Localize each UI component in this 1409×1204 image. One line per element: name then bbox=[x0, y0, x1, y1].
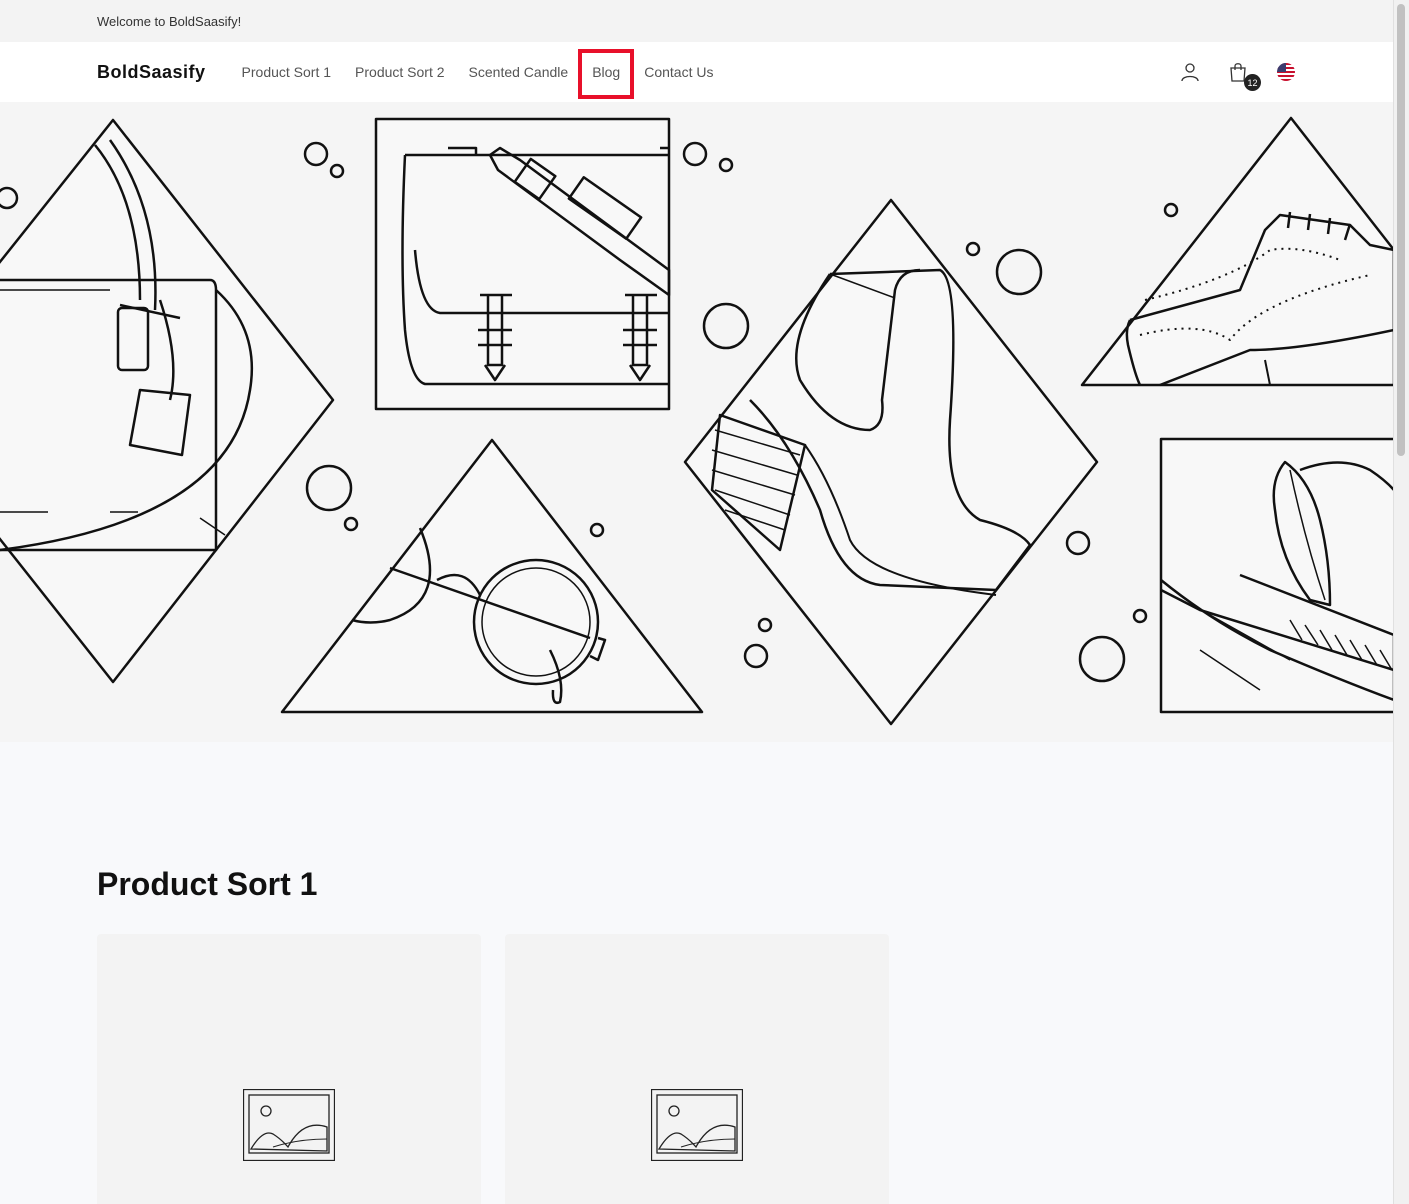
cart-count-badge: 12 bbox=[1244, 74, 1261, 91]
nav-item-product-sort-2[interactable]: Product Sort 2 bbox=[343, 42, 457, 102]
scrollbar-thumb[interactable] bbox=[1397, 4, 1405, 456]
section-title: Product Sort 1 bbox=[97, 866, 318, 902]
hero-banner bbox=[0, 102, 1394, 742]
nav-item-scented-candle[interactable]: Scented Candle bbox=[457, 42, 581, 102]
announcement-text: Welcome to BoldSaasify! bbox=[97, 13, 242, 29]
hero-illustration bbox=[0, 116, 1394, 726]
image-placeholder-icon bbox=[651, 1089, 743, 1161]
vertical-scrollbar[interactable] bbox=[1393, 0, 1409, 1204]
brogue-shoe-illustration bbox=[1080, 116, 1394, 387]
handbag-illustration bbox=[0, 118, 359, 684]
cart-button[interactable]: 12 bbox=[1227, 61, 1261, 91]
user-icon bbox=[1181, 63, 1199, 82]
eyeglasses-illustration bbox=[280, 438, 773, 714]
language-selector[interactable] bbox=[1275, 61, 1297, 83]
image-placeholder-icon bbox=[243, 1089, 335, 1161]
nav-item-blog[interactable]: Blog bbox=[578, 42, 635, 102]
announcement-bar: Welcome to BoldSaasify! bbox=[0, 0, 1394, 42]
site-header: BoldSaasify Product Sort 1 Product Sort … bbox=[0, 42, 1394, 102]
header-icons: 12 bbox=[1179, 61, 1297, 91]
site-logo[interactable]: BoldSaasify bbox=[97, 62, 206, 83]
nav-item-contact-us[interactable]: Contact Us bbox=[632, 42, 725, 102]
account-button[interactable] bbox=[1179, 61, 1201, 83]
messenger-bag-illustration bbox=[374, 117, 750, 411]
product-card[interactable] bbox=[97, 934, 481, 1204]
main-nav: Product Sort 1 Product Sort 2 Scented Ca… bbox=[230, 42, 726, 102]
feather-quill-illustration bbox=[1159, 437, 1394, 714]
nav-item-product-sort-1[interactable]: Product Sort 1 bbox=[230, 42, 344, 102]
product-card[interactable] bbox=[505, 934, 889, 1204]
page: Welcome to BoldSaasify! BoldSaasify Prod… bbox=[0, 0, 1394, 1204]
us-flag-icon bbox=[1277, 63, 1295, 81]
